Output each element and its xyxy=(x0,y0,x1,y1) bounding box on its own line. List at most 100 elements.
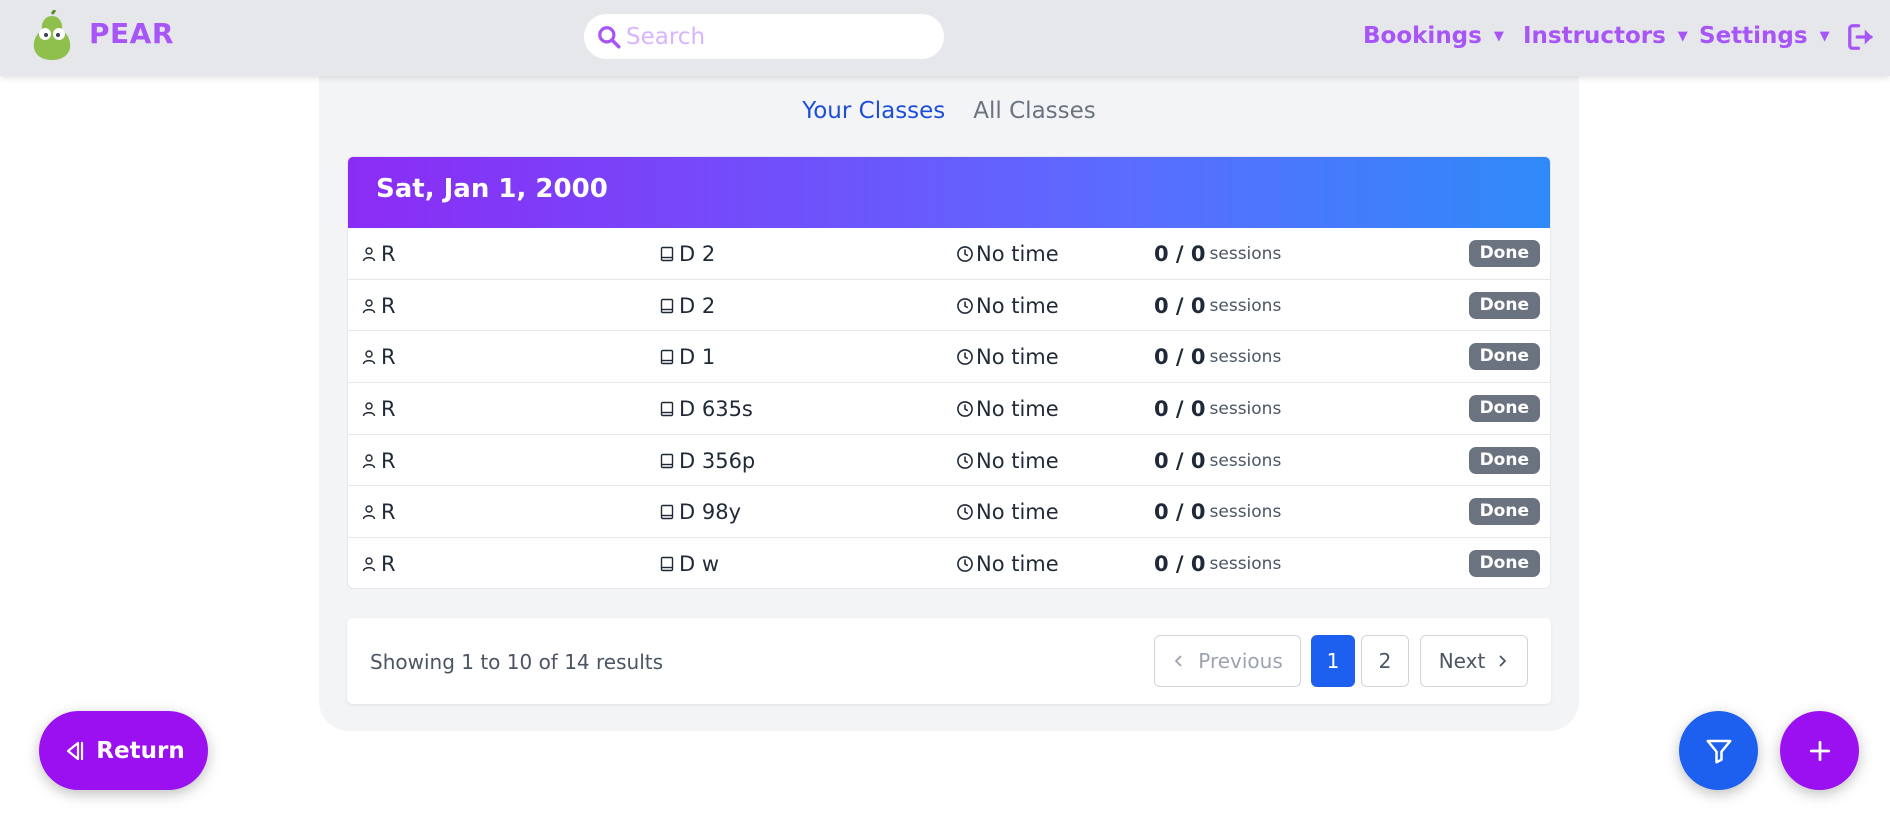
status-badge: Done xyxy=(1468,395,1540,423)
search-box[interactable] xyxy=(584,14,944,59)
user-icon xyxy=(362,298,376,313)
student-cell: R xyxy=(361,242,396,266)
time-value: No time xyxy=(976,293,1059,318)
user-icon xyxy=(362,350,376,365)
sessions-label: sessions xyxy=(1209,502,1282,523)
day-group: Sat, Jan 1, 2000 RD 2 No time 0 / 0 session… xyxy=(347,156,1551,589)
nav-menu-bookings[interactable]: Bookings ▼ xyxy=(1363,23,1504,49)
book-icon xyxy=(660,298,674,313)
student-name: R xyxy=(381,293,396,318)
sessions-count: 0 / 0 xyxy=(1154,397,1206,422)
time-value: No time xyxy=(976,242,1059,266)
course-cell: D w xyxy=(659,552,719,576)
pear-logo-icon[interactable] xyxy=(30,10,74,60)
class-row[interactable]: R D 356p No time 0 / 0 sessions Done xyxy=(348,435,1550,487)
course-cell: D 635s xyxy=(659,397,753,421)
status-badge: Done xyxy=(1468,498,1540,526)
student-cell: R xyxy=(361,449,396,473)
sessions-label: sessions xyxy=(1209,347,1282,368)
clock-icon xyxy=(957,401,973,417)
clock-icon xyxy=(957,452,973,469)
course-cell: D 1 xyxy=(659,345,715,369)
next-page-button[interactable]: Next xyxy=(1420,635,1528,687)
book-icon xyxy=(660,350,674,365)
previous-label: Previous xyxy=(1198,649,1283,673)
sessions-cell: 0 / 0 sessions xyxy=(1154,345,1281,369)
book-icon xyxy=(660,453,674,468)
clock-icon xyxy=(957,246,973,262)
page-button-2[interactable]: 2 xyxy=(1361,635,1409,687)
sessions-count: 0 / 0 xyxy=(1154,242,1206,266)
course-name: D w xyxy=(679,552,720,577)
sessions-label: sessions xyxy=(1209,450,1282,471)
tab-your-classes[interactable]: Your Classes xyxy=(802,98,945,124)
time-value: No time xyxy=(976,448,1059,473)
student-cell: R xyxy=(361,500,396,524)
plus-icon xyxy=(1809,740,1830,761)
class-list: RD 2 No time 0 / 0 sessions Done R D 2 No time 0… xyxy=(348,228,1550,588)
status-badge: Done xyxy=(1468,343,1540,371)
chevron-left-icon xyxy=(1174,655,1182,667)
status-badge: Done xyxy=(1468,550,1540,578)
page-button-1[interactable]: 1 xyxy=(1311,635,1355,687)
search-input[interactable] xyxy=(626,23,926,50)
logout-icon[interactable] xyxy=(1846,22,1876,52)
course-cell: D 356p xyxy=(659,449,755,473)
status-badge: Done xyxy=(1468,240,1540,267)
time-cell: No time xyxy=(956,345,1059,369)
time-value: No time xyxy=(976,397,1059,422)
nav-menu-settings[interactable]: Settings ▼ xyxy=(1699,23,1830,49)
brand-name[interactable]: PEAR xyxy=(89,17,174,50)
sessions-count: 0 / 0 xyxy=(1154,500,1206,525)
filter-icon xyxy=(1706,739,1731,763)
add-class-button[interactable] xyxy=(1780,711,1859,790)
sessions-cell: 0 / 0 sessions xyxy=(1154,397,1281,421)
sessions-label: sessions xyxy=(1209,554,1282,575)
book-icon xyxy=(660,246,674,262)
time-cell: No time xyxy=(956,397,1059,421)
course-name: D 2 xyxy=(679,293,716,318)
user-icon xyxy=(362,505,376,520)
nav-menu-label: Bookings xyxy=(1363,23,1482,49)
time-cell: No time xyxy=(956,449,1059,473)
student-cell: R xyxy=(361,552,396,576)
book-icon xyxy=(660,401,674,417)
user-icon xyxy=(362,454,376,468)
tab-all-classes[interactable]: All Classes xyxy=(973,98,1095,124)
caret-down-icon: ▼ xyxy=(1677,28,1688,44)
sessions-cell: 0 / 0 sessions xyxy=(1154,500,1281,524)
search-icon xyxy=(598,25,621,48)
class-row[interactable]: R D 2 No time 0 / 0 sessions Done xyxy=(348,280,1550,332)
nav-menu-instructors[interactable]: Instructors ▼ xyxy=(1523,23,1688,49)
course-cell: D 2 xyxy=(659,242,715,266)
status-badge: Done xyxy=(1468,446,1540,474)
student-name: R xyxy=(381,448,396,473)
nav-menu-label: Instructors xyxy=(1523,23,1666,49)
sessions-count: 0 / 0 xyxy=(1154,448,1206,473)
chevron-right-icon xyxy=(1499,655,1507,667)
return-arrow-icon xyxy=(67,741,84,760)
user-icon xyxy=(362,557,376,572)
class-row[interactable]: R D 635s No time 0 / 0 sessions Done xyxy=(348,383,1550,435)
course-cell: D 2 xyxy=(659,294,715,318)
student-name: R xyxy=(381,552,396,577)
sessions-label: sessions xyxy=(1209,244,1282,264)
time-value: No time xyxy=(976,552,1059,577)
sessions-cell: 0 / 0 sessions xyxy=(1154,449,1281,473)
class-row[interactable]: R D 98y No time 0 / 0 sessions Done xyxy=(348,486,1550,539)
results-summary: Showing 1 to 10 of 14 results xyxy=(370,650,664,674)
class-row[interactable]: R D 1 No time 0 / 0 sessions Done xyxy=(348,331,1550,384)
class-row[interactable]: R D w No time 0 / 0 sessions Done xyxy=(348,538,1550,588)
class-tabs: Your Classes All Classes xyxy=(319,98,1579,124)
sessions-count: 0 / 0 xyxy=(1154,293,1206,318)
filter-button[interactable] xyxy=(1679,711,1758,790)
return-button[interactable]: Return xyxy=(39,711,208,790)
clock-icon xyxy=(957,349,973,366)
return-label: Return xyxy=(96,737,185,764)
previous-page-button[interactable]: Previous xyxy=(1154,635,1301,687)
classes-card: Your Classes All Classes Sat, Jan 1, 200… xyxy=(319,60,1579,731)
book-icon xyxy=(660,505,674,520)
status-badge: Done xyxy=(1468,291,1540,319)
sessions-count: 0 / 0 xyxy=(1154,345,1206,370)
class-row[interactable]: R D 2 No time 0 / 0 sessions Done xyxy=(348,228,1550,280)
